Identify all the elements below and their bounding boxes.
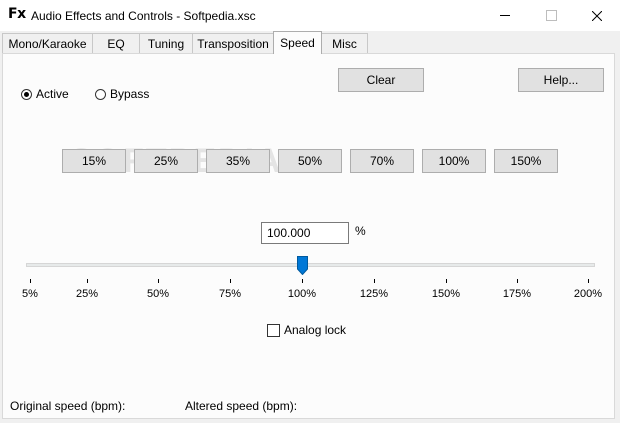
close-icon	[592, 10, 602, 21]
speed-slider-track[interactable]	[26, 263, 595, 267]
window-title: Audio Effects and Controls - Softpedia.x…	[31, 9, 256, 23]
slider-tick	[87, 279, 88, 283]
preset-15-button[interactable]: 15%	[62, 149, 126, 173]
scale-label-200: 200%	[573, 288, 603, 300]
preset-70-button[interactable]: 70%	[350, 149, 414, 173]
active-radio[interactable]: Active	[21, 87, 69, 101]
preset-50-button[interactable]: 50%	[278, 149, 342, 173]
scale-label-5: 5%	[22, 288, 38, 300]
scale-label-75: 75%	[218, 288, 242, 300]
maximize-button[interactable]	[528, 0, 574, 31]
help-button[interactable]: Help...	[518, 68, 604, 92]
altered-speed-label: Altered speed (bpm):	[185, 399, 298, 413]
analog-lock-box	[267, 323, 280, 337]
active-radio-circle	[21, 88, 32, 100]
fx-app-icon: Fx	[8, 6, 26, 22]
slider-tick	[588, 279, 589, 283]
scale-label-25: 25%	[75, 288, 99, 300]
bypass-radio-label: Bypass	[110, 87, 150, 101]
tab-strip: Mono/Karaoke EQ Tuning Transposition Spe…	[0, 31, 620, 54]
slider-tick	[30, 279, 31, 283]
slider-tick	[302, 279, 303, 283]
preset-100-button[interactable]: 100%	[422, 149, 486, 173]
slider-tick	[517, 279, 518, 283]
preset-150-button[interactable]: 150%	[494, 149, 558, 173]
scale-label-175: 175%	[502, 288, 532, 300]
analog-lock-label: Analog lock	[284, 323, 347, 337]
speed-slider-thumb[interactable]	[297, 256, 308, 275]
close-button[interactable]	[574, 0, 620, 31]
speed-value-input[interactable]: 100.000	[261, 222, 349, 244]
slider-tick	[230, 279, 231, 283]
bypass-radio-circle	[95, 88, 106, 100]
scale-label-150: 150%	[431, 288, 461, 300]
slider-tick	[374, 279, 375, 283]
tab-eq[interactable]: EQ	[92, 33, 140, 53]
slider-tick	[158, 279, 159, 283]
tab-misc[interactable]: Misc	[321, 33, 368, 53]
original-speed-label: Original speed (bpm):	[10, 399, 126, 413]
tab-speed[interactable]: Speed	[273, 31, 322, 54]
maximize-icon	[545, 10, 557, 21]
scale-label-125: 125%	[359, 288, 389, 300]
tab-tuning[interactable]: Tuning	[139, 33, 193, 53]
scale-label-50: 50%	[146, 288, 170, 300]
minimize-icon	[500, 15, 510, 16]
preset-25-button[interactable]: 25%	[134, 149, 198, 173]
tab-transposition[interactable]: Transposition	[192, 33, 274, 53]
active-radio-label: Active	[36, 87, 69, 101]
minimize-button[interactable]	[482, 0, 528, 31]
slider-tick	[446, 279, 447, 283]
analog-lock-checkbox[interactable]: Analog lock	[267, 323, 346, 337]
bypass-radio[interactable]: Bypass	[95, 87, 149, 101]
percent-unit-label: %	[355, 224, 366, 238]
scale-label-100: 100%	[287, 288, 317, 300]
tab-mono-karaoke[interactable]: Mono/Karaoke	[2, 33, 93, 53]
title-bar: Fx Audio Effects and Controls - Softpedi…	[0, 0, 620, 31]
clear-button[interactable]: Clear	[338, 68, 424, 92]
preset-35-button[interactable]: 35%	[206, 149, 270, 173]
